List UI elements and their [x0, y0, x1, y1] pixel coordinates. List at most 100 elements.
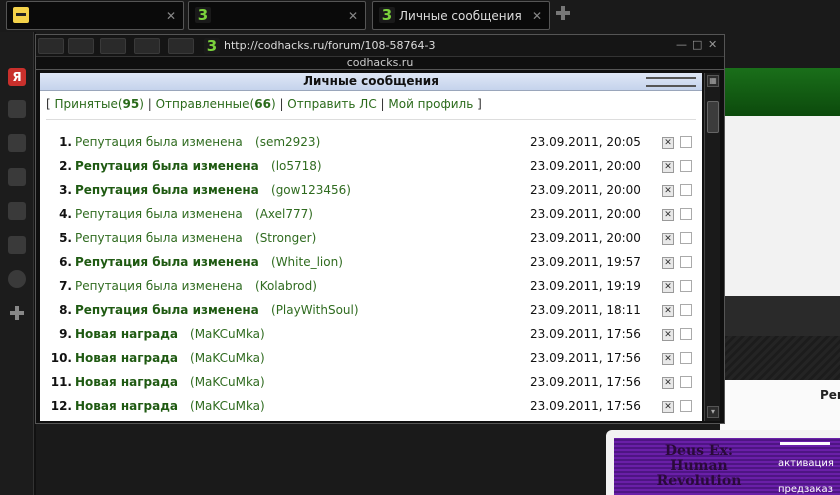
- scroll-grip-icon[interactable]: ▦: [707, 75, 719, 87]
- tab-2[interactable]: 3 ✕: [188, 1, 366, 30]
- delete-icon[interactable]: ✕: [662, 257, 674, 269]
- delete-icon[interactable]: ✕: [662, 281, 674, 293]
- close-icon[interactable]: ✕: [348, 9, 358, 23]
- message-title-link[interactable]: Репутация была изменена: [75, 135, 243, 149]
- message-date: 23.09.2011, 20:05: [530, 135, 641, 149]
- delete-icon[interactable]: ✕: [662, 185, 674, 197]
- message-sender-link[interactable]: (MaKCuMka): [190, 327, 265, 341]
- deus-ex-banner[interactable]: Deus Ex: Human Revolution активация пред…: [614, 438, 840, 495]
- scrollbar[interactable]: ▦ ▾: [704, 73, 720, 421]
- message-sender-link[interactable]: (PlayWithSoul): [271, 303, 359, 317]
- resize-handle-icon[interactable]: [646, 77, 696, 87]
- tab-3-active[interactable]: 3 Личные сообщения ✕: [372, 1, 550, 30]
- history-clock-icon[interactable]: [8, 270, 26, 288]
- popup-domain: codhacks.ru: [36, 57, 724, 70]
- select-checkbox[interactable]: [680, 376, 692, 388]
- scroll-thumb[interactable]: [707, 101, 719, 133]
- message-sender-link[interactable]: (lo5718): [271, 159, 322, 173]
- delete-icon[interactable]: ✕: [662, 377, 674, 389]
- sender-name[interactable]: PlayWithSoul: [276, 303, 354, 317]
- message-title-link[interactable]: Новая награда: [75, 351, 178, 365]
- message-sender-link[interactable]: (sem2923): [255, 135, 320, 149]
- maximize-icon[interactable]: □: [692, 38, 702, 51]
- select-checkbox[interactable]: [680, 256, 692, 268]
- message-number: 11.: [50, 375, 72, 389]
- bookmark-icon[interactable]: [8, 100, 26, 118]
- key-icon[interactable]: [100, 38, 126, 54]
- select-checkbox[interactable]: [680, 304, 692, 316]
- sender-name[interactable]: White_lion: [276, 255, 339, 269]
- message-title-link[interactable]: Репутация была изменена: [75, 255, 259, 269]
- notes-icon[interactable]: [8, 202, 26, 220]
- message-sender-link[interactable]: (Axel777): [255, 207, 313, 221]
- sender-name[interactable]: gow123456: [276, 183, 347, 197]
- sender-name[interactable]: MaKCuMka: [195, 351, 260, 365]
- message-title-link[interactable]: Репутация была изменена: [75, 159, 259, 173]
- add-panel-plus-icon[interactable]: [8, 304, 26, 322]
- message-sender-link[interactable]: (MaKCuMka): [190, 399, 265, 413]
- select-checkbox[interactable]: [680, 160, 692, 172]
- share-icon[interactable]: [8, 168, 26, 186]
- delete-icon[interactable]: ✕: [662, 233, 674, 245]
- new-tab-plus-icon[interactable]: [556, 6, 570, 20]
- sender-name[interactable]: sem2923: [260, 135, 316, 149]
- delete-icon[interactable]: ✕: [662, 305, 674, 317]
- popup-url[interactable]: http://codhacks.ru/forum/108-58764-3: [224, 39, 435, 52]
- delete-icon[interactable]: ✕: [662, 209, 674, 221]
- close-icon[interactable]: ✕: [532, 9, 542, 23]
- message-sender-link[interactable]: (MaKCuMka): [190, 351, 265, 365]
- my-profile-link[interactable]: Мой профиль: [388, 97, 473, 111]
- delete-icon[interactable]: ✕: [662, 161, 674, 173]
- tab-1[interactable]: ✕: [6, 1, 184, 30]
- select-checkbox[interactable]: [680, 280, 692, 292]
- delete-icon[interactable]: ✕: [662, 329, 674, 341]
- sender-name[interactable]: Kolabrod: [260, 279, 313, 293]
- select-checkbox[interactable]: [680, 328, 692, 340]
- message-title-link[interactable]: Репутация была изменена: [75, 303, 259, 317]
- delete-icon[interactable]: ✕: [662, 353, 674, 365]
- message-title-link[interactable]: Репутация была изменена: [75, 279, 243, 293]
- select-checkbox[interactable]: [680, 184, 692, 196]
- message-title-link[interactable]: Репутация была изменена: [75, 207, 243, 221]
- refresh-icon[interactable]: [134, 38, 160, 54]
- message-title-link[interactable]: Репутация была изменена: [75, 183, 259, 197]
- message-title-link[interactable]: Новая награда: [75, 327, 178, 341]
- send-pm-link[interactable]: Отправить ЛС: [287, 97, 376, 111]
- back-icon[interactable]: [68, 38, 94, 54]
- message-title-link[interactable]: Новая награда: [75, 375, 178, 389]
- settings-icon[interactable]: [8, 134, 26, 152]
- close-icon[interactable]: ✕: [708, 38, 717, 51]
- close-icon[interactable]: ✕: [166, 9, 176, 23]
- message-sender-link[interactable]: (Kolabrod): [255, 279, 317, 293]
- pm-title: Личные сообщения: [303, 74, 439, 88]
- message-sender-link[interactable]: (White_lion): [271, 255, 343, 269]
- select-checkbox[interactable]: [680, 136, 692, 148]
- codhacks-3-icon[interactable]: [38, 38, 64, 54]
- sender-name[interactable]: lo5718: [276, 159, 317, 173]
- select-checkbox[interactable]: [680, 232, 692, 244]
- message-sender-link[interactable]: (gow123456): [271, 183, 351, 197]
- yandex-icon[interactable]: Я: [8, 68, 26, 86]
- minimize-icon[interactable]: —: [676, 38, 687, 51]
- message-sender-link[interactable]: (MaKCuMka): [190, 375, 265, 389]
- received-link[interactable]: Принятые(95): [55, 97, 144, 111]
- message-title-link[interactable]: Репутация была изменена: [75, 231, 243, 245]
- sender-name[interactable]: Axel777: [260, 207, 309, 221]
- select-checkbox[interactable]: [680, 208, 692, 220]
- message-title-link[interactable]: Новая награда: [75, 399, 178, 413]
- delete-icon[interactable]: ✕: [662, 401, 674, 413]
- select-checkbox[interactable]: [680, 352, 692, 364]
- key-icon: [780, 442, 830, 454]
- sent-link[interactable]: Отправленные(66): [156, 97, 276, 111]
- settings-icon[interactable]: [168, 38, 194, 54]
- sender-name[interactable]: MaKCuMka: [195, 399, 260, 413]
- sender-name[interactable]: MaKCuMka: [195, 327, 260, 341]
- sender-name[interactable]: Stronger: [260, 231, 312, 245]
- message-sender-link[interactable]: (Stronger): [255, 231, 316, 245]
- download-icon[interactable]: [8, 236, 26, 254]
- codhacks-3-icon: 3: [195, 7, 211, 23]
- scroll-down-icon[interactable]: ▾: [707, 406, 719, 418]
- sender-name[interactable]: MaKCuMka: [195, 375, 260, 389]
- delete-icon[interactable]: ✕: [662, 137, 674, 149]
- select-checkbox[interactable]: [680, 400, 692, 412]
